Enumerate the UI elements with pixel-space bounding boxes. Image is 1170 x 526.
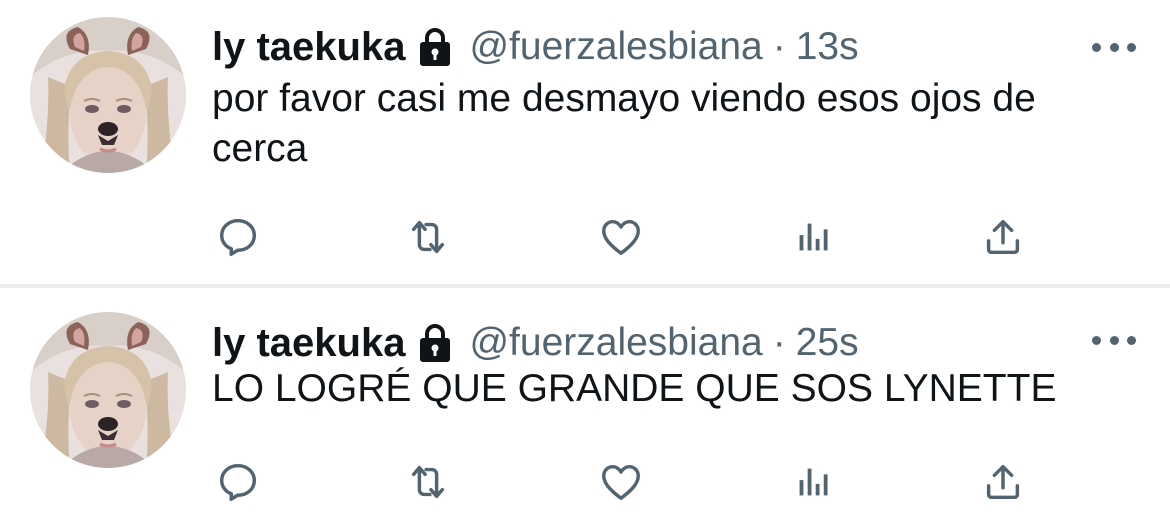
tweet-text: LO LOGRÉ QUE GRANDE QUE SOS LYNETTE bbox=[212, 367, 1057, 410]
reply-icon[interactable] bbox=[213, 457, 263, 507]
tweet[interactable]: ly taekuka @fuerzalesbiana · 25s LO LOGR… bbox=[0, 0, 1170, 526]
dot bbox=[1109, 335, 1119, 345]
dog-filter-selfie-avatar[interactable] bbox=[30, 312, 186, 468]
views-icon[interactable] bbox=[788, 457, 838, 507]
separator: · bbox=[772, 321, 786, 364]
author-handle[interactable]: @fuerzalesbiana bbox=[469, 321, 762, 365]
retweet-icon[interactable] bbox=[403, 457, 453, 507]
action-bar bbox=[0, 457, 1170, 507]
author-name[interactable]: ly taekuka bbox=[212, 321, 405, 366]
dot bbox=[1127, 335, 1136, 345]
dot bbox=[1092, 335, 1101, 345]
like-icon[interactable] bbox=[596, 457, 646, 507]
tweet-header: ly taekuka @fuerzalesbiana · 25s bbox=[212, 318, 859, 368]
share-icon[interactable] bbox=[978, 457, 1028, 507]
timestamp[interactable]: 25s bbox=[796, 321, 859, 365]
more-options-icon[interactable] bbox=[1092, 330, 1136, 350]
lock-icon bbox=[417, 323, 453, 363]
